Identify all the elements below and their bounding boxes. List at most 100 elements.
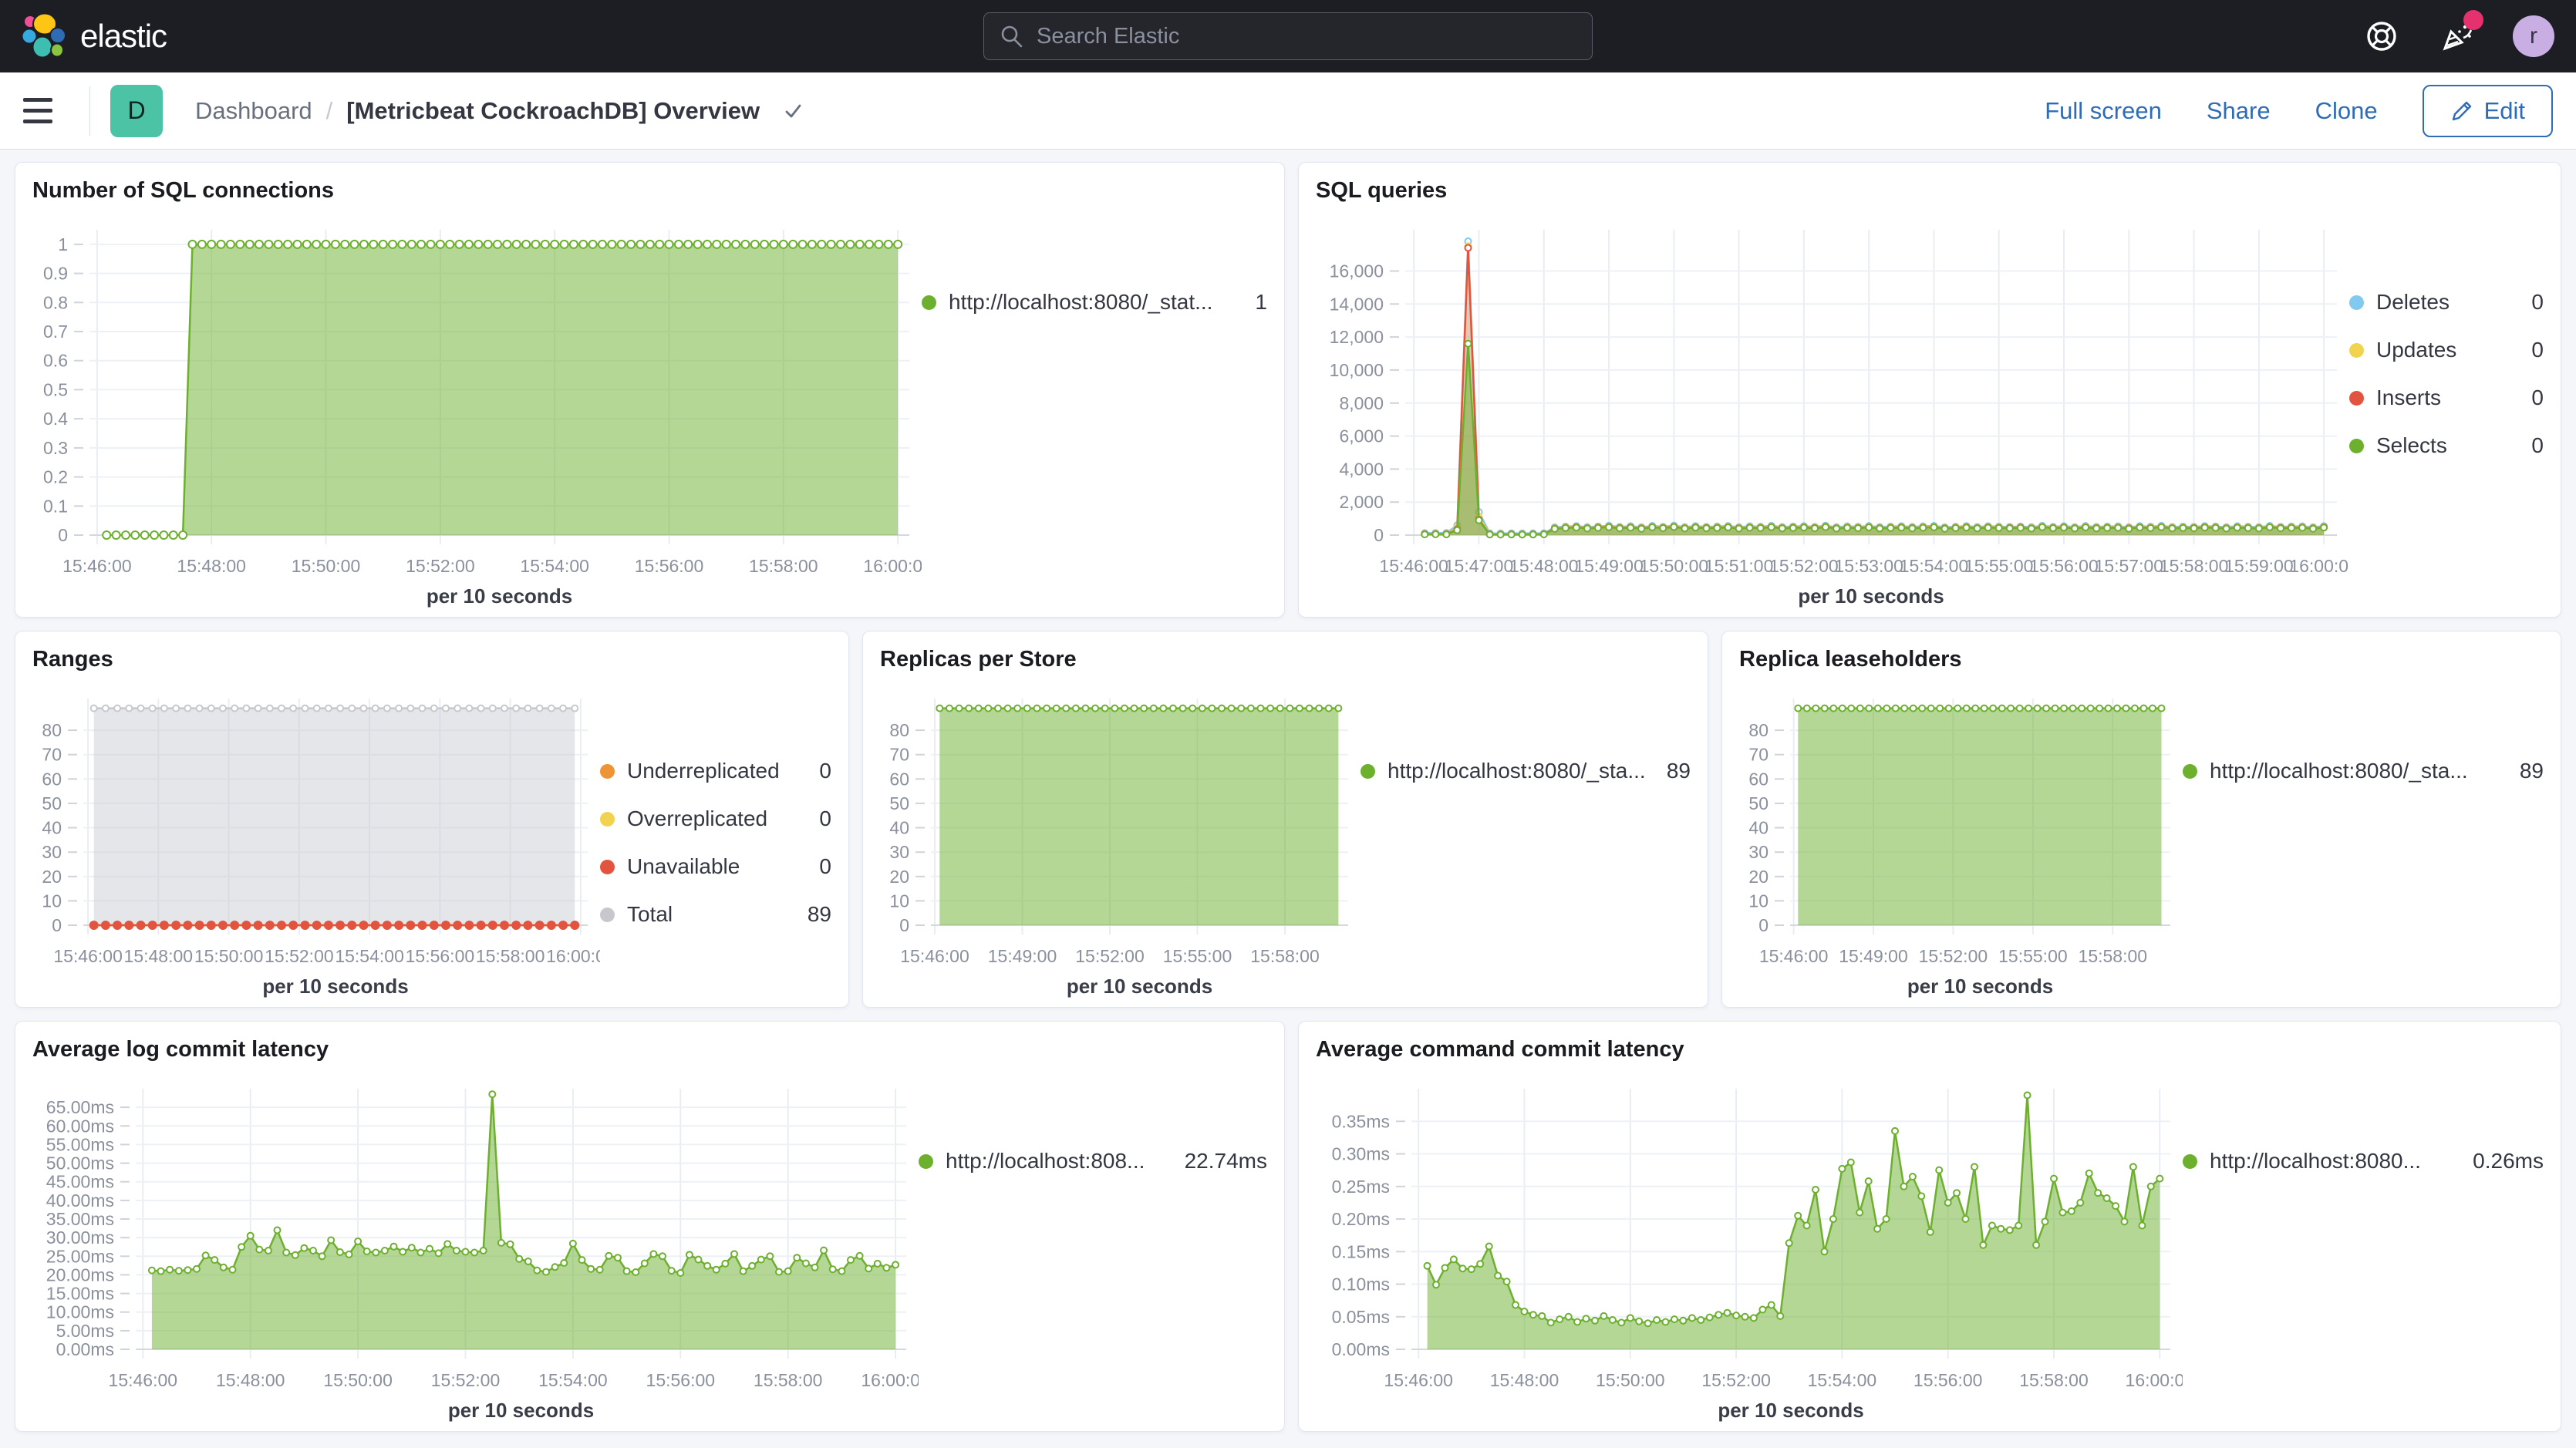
svg-text:10: 10 — [42, 891, 62, 911]
replica-leaseholders-chart[interactable]: 15:46:0015:49:0015:52:0015:55:0015:58:00… — [1739, 685, 2183, 999]
svg-text:4,000: 4,000 — [1339, 459, 1384, 479]
help-button[interactable] — [2362, 16, 2402, 56]
svg-text:10: 10 — [889, 891, 909, 911]
panel-title: Average log commit latency — [32, 1037, 1267, 1062]
svg-text:15:55:00: 15:55:00 — [1163, 946, 1232, 966]
full-screen-button[interactable]: Full screen — [2045, 97, 2162, 125]
legend-dot — [2349, 295, 2364, 310]
title-check-icon[interactable] — [781, 99, 804, 123]
avatar-initial: r — [2530, 23, 2537, 49]
legend-dot — [1360, 764, 1375, 779]
svg-text:0.8: 0.8 — [43, 292, 68, 312]
legend-item[interactable]: http://localhost:8080/_sta... 89 — [1360, 759, 1691, 783]
svg-text:15:55:00: 15:55:00 — [1998, 946, 2068, 966]
svg-text:50: 50 — [42, 793, 62, 813]
ranges-chart[interactable]: 15:46:0015:48:0015:50:0015:52:0015:54:00… — [32, 685, 600, 999]
svg-text:15:50:00: 15:50:00 — [1640, 556, 1709, 576]
panel-title: Number of SQL connections — [32, 178, 1267, 204]
svg-text:15:48:00: 15:48:00 — [216, 1370, 285, 1390]
user-avatar[interactable]: r — [2513, 15, 2554, 57]
svg-text:15:49:00: 15:49:00 — [988, 946, 1057, 966]
log-commit-latency-chart[interactable]: 15:46:0015:48:0015:50:0015:52:0015:54:00… — [32, 1075, 919, 1423]
legend-item[interactable]: http://localhost:808... 22.74ms — [919, 1149, 1267, 1174]
svg-text:15:51:00: 15:51:00 — [1704, 556, 1774, 576]
svg-text:15:46:00: 15:46:00 — [53, 946, 123, 966]
panel-sql-queries: SQL queries 15:46:0015:47:0015:48:0015:4… — [1298, 162, 2561, 618]
panel-log-commit-latency: Average log commit latency 15:46:00 15:48… — [15, 1021, 1285, 1432]
svg-text:6,000: 6,000 — [1339, 426, 1384, 446]
svg-text:15:52:00: 15:52:00 — [431, 1370, 501, 1390]
edit-button[interactable]: Edit — [2423, 85, 2553, 137]
legend-item[interactable]: Selects 0 — [2349, 433, 2544, 458]
svg-text:per 10 seconds: per 10 seconds — [1067, 975, 1212, 998]
global-search[interactable] — [983, 12, 1593, 60]
svg-text:45.00ms: 45.00ms — [46, 1172, 114, 1192]
legend-item[interactable]: Overreplicated 0 — [600, 807, 831, 831]
svg-text:14,000: 14,000 — [1330, 294, 1384, 314]
legend-item[interactable]: Updates 0 — [2349, 338, 2544, 362]
clone-button[interactable]: Clone — [2315, 97, 2378, 125]
legend-dot — [922, 295, 936, 310]
svg-text:0: 0 — [1758, 915, 1768, 935]
svg-text:per 10 seconds: per 10 seconds — [1718, 1399, 1863, 1422]
panel-title: Replica leaseholders — [1739, 647, 2544, 672]
chart-legend: http://localhost:8080/_stat... 1 — [922, 216, 1267, 609]
replicas-per-store-chart[interactable]: 15:46:0015:49:0015:52:0015:55:0015:58:00… — [880, 685, 1360, 999]
legend-item[interactable]: Total 89 — [600, 902, 831, 927]
svg-text:0.00ms: 0.00ms — [1332, 1339, 1390, 1359]
svg-text:40: 40 — [1748, 818, 1768, 838]
search-input[interactable] — [1037, 24, 1576, 49]
svg-text:0.05ms: 0.05ms — [1332, 1307, 1390, 1327]
svg-text:per 10 seconds: per 10 seconds — [262, 975, 408, 998]
svg-text:15:52:00: 15:52:00 — [1919, 946, 1988, 966]
svg-text:16:00:00: 16:00:00 — [861, 1370, 919, 1390]
svg-text:0.6: 0.6 — [43, 351, 68, 371]
page-title[interactable]: [Metricbeat CockroachDB] Overview — [346, 97, 760, 125]
svg-text:15:46:00: 15:46:00 — [1759, 946, 1829, 966]
legend-item[interactable]: Inserts 0 — [2349, 386, 2544, 410]
menu-button[interactable] — [23, 89, 66, 133]
breadcrumb-dashboard-link[interactable]: Dashboard — [195, 97, 312, 125]
legend-item[interactable]: http://localhost:8080/_stat... 1 — [922, 290, 1267, 315]
svg-text:70: 70 — [42, 745, 62, 765]
legend-dot — [2183, 764, 2197, 779]
elastic-logo[interactable]: elastic — [22, 13, 167, 59]
svg-text:15:48:00: 15:48:00 — [177, 556, 246, 576]
svg-text:16,000: 16,000 — [1330, 261, 1384, 281]
svg-text:per 10 seconds: per 10 seconds — [427, 584, 572, 608]
svg-text:40: 40 — [889, 818, 909, 838]
svg-text:70: 70 — [889, 745, 909, 765]
share-button[interactable]: Share — [2207, 97, 2271, 125]
panel-command-commit-latency: Average command commit latency 15:46:001… — [1298, 1021, 2561, 1432]
legend-item[interactable]: Deletes 0 — [2349, 290, 2544, 315]
svg-text:15:46:00: 15:46:00 — [109, 1370, 178, 1390]
dashboard-app-badge[interactable]: D — [110, 85, 163, 137]
svg-text:0.4: 0.4 — [43, 409, 68, 429]
legend-item[interactable]: Unavailable 0 — [600, 854, 831, 879]
svg-text:15:54:00: 15:54:00 — [520, 556, 589, 576]
svg-text:15:48:00: 15:48:00 — [1509, 556, 1579, 576]
chart-legend: Deletes 0 Updates 0 Inserts 0 — [2349, 216, 2544, 609]
svg-text:15:58:00: 15:58:00 — [1250, 946, 1320, 966]
svg-text:2,000: 2,000 — [1339, 492, 1384, 512]
svg-text:60: 60 — [889, 769, 909, 789]
pencil-icon — [2450, 99, 2473, 123]
svg-text:8,000: 8,000 — [1339, 393, 1384, 413]
svg-text:0.2: 0.2 — [43, 467, 68, 487]
whats-new-button[interactable] — [2437, 16, 2477, 56]
sql-connections-chart[interactable]: 15:46:0015:48:0015:50:0015:52:0015:54:00… — [32, 216, 922, 609]
legend-dot — [919, 1154, 933, 1169]
panel-title: Replicas per Store — [880, 647, 1691, 672]
svg-text:30: 30 — [42, 842, 62, 862]
chart-legend: http://localhost:8080... 0.26ms — [2183, 1075, 2544, 1423]
svg-text:15:56:00: 15:56:00 — [1913, 1370, 1983, 1390]
sql-queries-chart[interactable]: 15:46:0015:47:0015:48:0015:49:0015:50:00… — [1316, 216, 2349, 609]
svg-text:15:53:00: 15:53:00 — [1834, 556, 1903, 576]
svg-text:40: 40 — [42, 818, 62, 838]
legend-item[interactable]: Underreplicated 0 — [600, 759, 831, 783]
legend-item[interactable]: http://localhost:8080... 0.26ms — [2183, 1149, 2544, 1174]
svg-text:15:52:00: 15:52:00 — [1075, 946, 1145, 966]
legend-item[interactable]: http://localhost:8080/_sta... 89 — [2183, 759, 2544, 783]
command-commit-latency-chart[interactable]: 15:46:0015:48:0015:50:0015:52:0015:54:00… — [1316, 1075, 2183, 1423]
svg-text:0.7: 0.7 — [43, 322, 68, 342]
